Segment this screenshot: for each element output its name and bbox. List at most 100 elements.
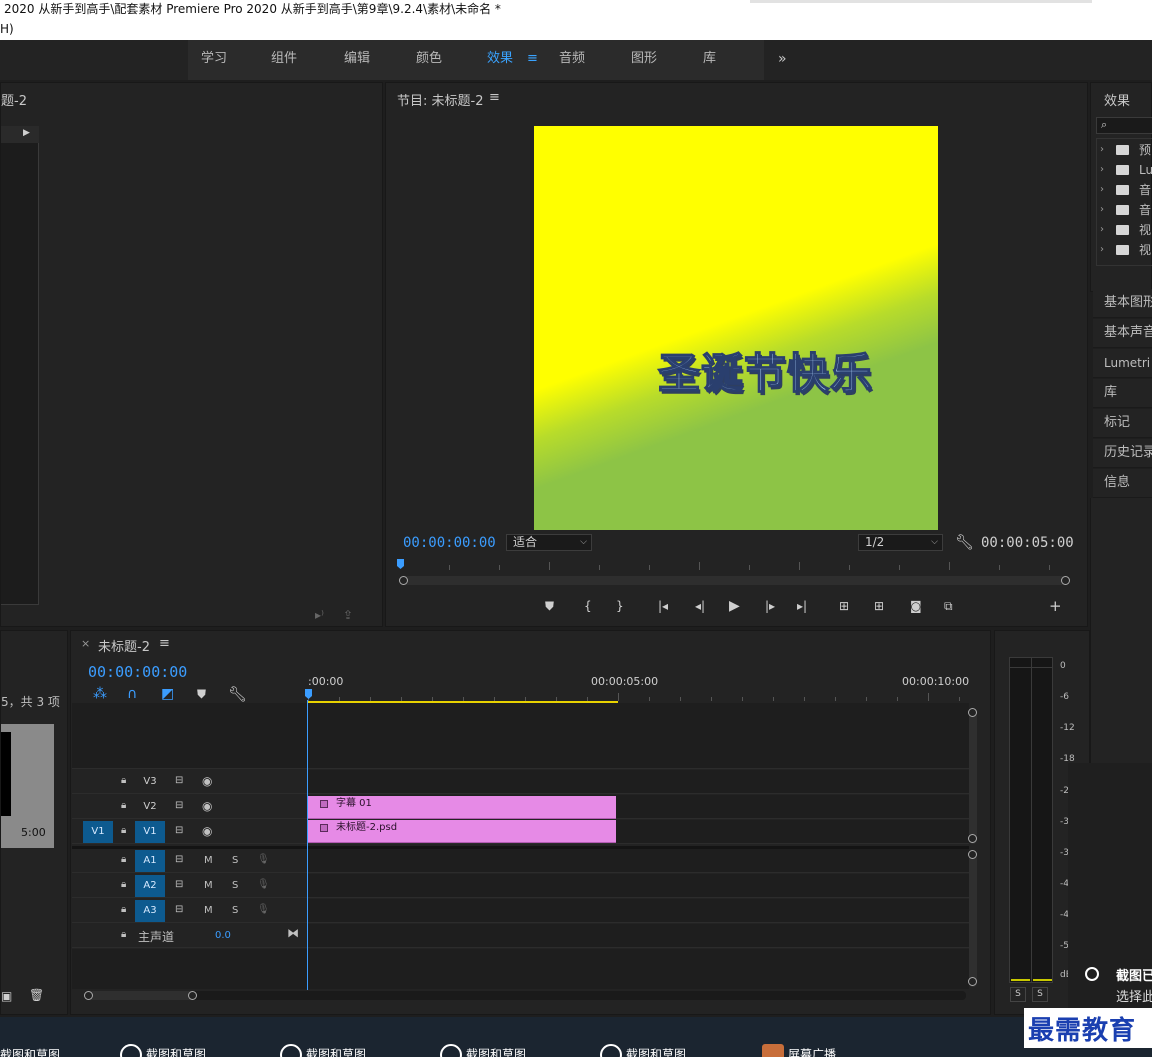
add-marker-icon[interactable]: ⛊: [545, 599, 554, 614]
timeline-horizontal-scroll[interactable]: [84, 991, 966, 1000]
step-back-icon[interactable]: ◂|: [695, 599, 705, 613]
audio-scrollbar[interactable]: [968, 850, 977, 987]
sync-lock-icon[interactable]: ⊟: [175, 825, 183, 836]
workspace-tab-editing[interactable]: 编辑: [344, 40, 370, 80]
effects-tree-item-video-transitions[interactable]: › 视: [1100, 240, 1152, 260]
track-lane-v3[interactable]: [308, 770, 969, 793]
lift-icon[interactable]: ⊞: [839, 599, 849, 613]
lock-icon[interactable]: 🔒︎: [121, 854, 126, 865]
taskbar-item[interactable]: 截图和草图: [440, 1044, 526, 1057]
timeline-menu-icon[interactable]: ≡: [159, 636, 170, 651]
zoom-fit-select[interactable]: 适合 ⌵: [506, 534, 592, 551]
track-lane-master[interactable]: [308, 924, 969, 947]
mark-out-icon[interactable]: }: [616, 599, 624, 613]
lock-icon[interactable]: 🔒︎: [121, 929, 126, 940]
sync-lock-icon[interactable]: ⊟: [175, 854, 183, 865]
video-scrollbar[interactable]: [968, 708, 977, 844]
mute-button[interactable]: M: [204, 855, 213, 866]
lock-icon[interactable]: 🔒︎: [121, 879, 126, 890]
side-panel-lumetri-color[interactable]: Lumetri 颜: [1093, 349, 1152, 378]
microphone-icon[interactable]: 🎙︎: [257, 904, 270, 915]
add-button-icon[interactable]: +: [1049, 597, 1062, 615]
solo-left-button[interactable]: S: [1010, 987, 1026, 1002]
workspace-tab-color[interactable]: 颜色: [416, 40, 442, 80]
program-video-frame[interactable]: 圣诞节快乐: [534, 126, 938, 530]
camera-icon[interactable]: ◙: [910, 599, 922, 613]
resolution-select[interactable]: 1/2 ⌵: [858, 534, 943, 551]
new-item-icon[interactable]: ▣: [1, 989, 12, 1003]
export-frame-icon[interactable]: ⇪: [343, 608, 353, 622]
program-current-timecode[interactable]: 00:00:00:00: [403, 535, 496, 551]
scroll-thumb[interactable]: [84, 991, 194, 1000]
scroll-handle-left[interactable]: [84, 991, 93, 1000]
expand-icon[interactable]: ⧓: [287, 926, 299, 940]
playhead-marker[interactable]: [397, 559, 404, 569]
sync-lock-icon[interactable]: ⊟: [175, 904, 183, 915]
scroll-handle-right[interactable]: [188, 991, 197, 1000]
play-arrow-icon[interactable]: ▶: [23, 128, 30, 138]
menu-help[interactable]: H): [0, 22, 14, 36]
compare-view-icon[interactable]: ⧉: [944, 599, 953, 614]
lock-icon[interactable]: 🔒︎: [121, 825, 126, 836]
go-to-out-icon[interactable]: ▸|: [797, 599, 807, 613]
track-target-v1[interactable]: V1: [135, 821, 165, 843]
eye-icon[interactable]: ◉: [202, 774, 212, 788]
workspace-tab-learn[interactable]: 学习: [201, 40, 227, 80]
add-marker-icon[interactable]: ⛊: [197, 687, 206, 702]
effects-tree-item-presets[interactable]: › 预: [1100, 140, 1152, 160]
workspace-tab-assembly[interactable]: 组件: [271, 40, 297, 80]
side-panel-essential-sound[interactable]: 基本声音: [1093, 319, 1152, 348]
program-menu-icon[interactable]: ≡: [489, 90, 500, 105]
project-thumbnail[interactable]: 5:00: [1, 724, 54, 848]
timeline-ruler[interactable]: [305, 689, 968, 703]
master-volume-value[interactable]: 0.0: [215, 930, 231, 941]
lock-icon[interactable]: 🔒︎: [121, 800, 126, 811]
wrench-icon[interactable]: 🔧︎: [955, 533, 974, 551]
side-panel-essential-graphics[interactable]: 基本图形: [1093, 289, 1152, 318]
effects-tree-item-lumetri[interactable]: › Lum: [1100, 160, 1152, 180]
clip-psd[interactable]: 未标题-2.psd: [308, 820, 616, 843]
extract-icon[interactable]: ⊞: [874, 599, 884, 613]
sync-lock-icon[interactable]: ⊟: [175, 879, 183, 890]
notification-toast[interactable]: 截图已 选择此: [1068, 763, 1152, 1017]
lock-icon[interactable]: 🔒︎: [121, 775, 126, 786]
program-zoom-bar[interactable]: [399, 576, 1070, 585]
sync-lock-icon[interactable]: ⊟: [175, 775, 183, 786]
zoom-handle-right[interactable]: [1061, 576, 1070, 585]
scroll-handle[interactable]: [968, 850, 977, 859]
solo-right-button[interactable]: S: [1032, 987, 1048, 1002]
lock-icon[interactable]: 🔒︎: [121, 904, 126, 915]
taskbar-item[interactable]: 截图和草图: [120, 1044, 206, 1057]
workspace-tab-effects[interactable]: 效果: [487, 40, 513, 80]
trash-icon[interactable]: 🗑︎: [29, 988, 44, 1002]
source-patch-v1[interactable]: V1: [83, 821, 113, 843]
effects-tree-item-video-effects[interactable]: › 视: [1100, 220, 1152, 240]
microphone-icon[interactable]: 🎙︎: [257, 879, 270, 890]
snap-magnet-icon[interactable]: ∩: [127, 686, 137, 702]
effects-search-input[interactable]: ⌕: [1096, 117, 1152, 134]
menu-bar[interactable]: H): [0, 20, 1152, 40]
effects-tree-item-audio-transitions[interactable]: › 音: [1100, 200, 1152, 220]
zoom-handle-left[interactable]: [399, 576, 408, 585]
taskbar-item[interactable]: 截图和草图: [0, 1046, 60, 1057]
sync-lock-icon[interactable]: ⊟: [175, 800, 183, 811]
track-lane-a1[interactable]: [308, 849, 969, 872]
track-target-a2[interactable]: A2: [135, 875, 165, 897]
microphone-icon[interactable]: 🎙︎: [257, 854, 270, 865]
track-target-a1[interactable]: A1: [135, 850, 165, 872]
taskbar-item[interactable]: 截图和草图: [280, 1044, 366, 1057]
scroll-handle[interactable]: [968, 977, 977, 986]
track-target-v3[interactable]: V3: [135, 771, 165, 793]
timeline-title[interactable]: 未标题-2: [98, 636, 150, 655]
nest-sequence-icon[interactable]: ⁂: [93, 686, 107, 702]
step-forward-icon[interactable]: |▸: [765, 599, 775, 613]
scroll-handle[interactable]: [968, 834, 977, 843]
playhead-marker[interactable]: [305, 689, 312, 699]
close-icon[interactable]: ×: [81, 637, 90, 650]
insert-icon[interactable]: ▸⁾: [315, 608, 324, 622]
playhead-line[interactable]: [307, 700, 308, 990]
side-panel-markers[interactable]: 标记: [1093, 409, 1152, 438]
mark-in-icon[interactable]: {: [584, 599, 592, 613]
go-to-in-icon[interactable]: |◂: [658, 599, 668, 613]
timeline-timecode[interactable]: 00:00:00:00: [88, 663, 187, 681]
